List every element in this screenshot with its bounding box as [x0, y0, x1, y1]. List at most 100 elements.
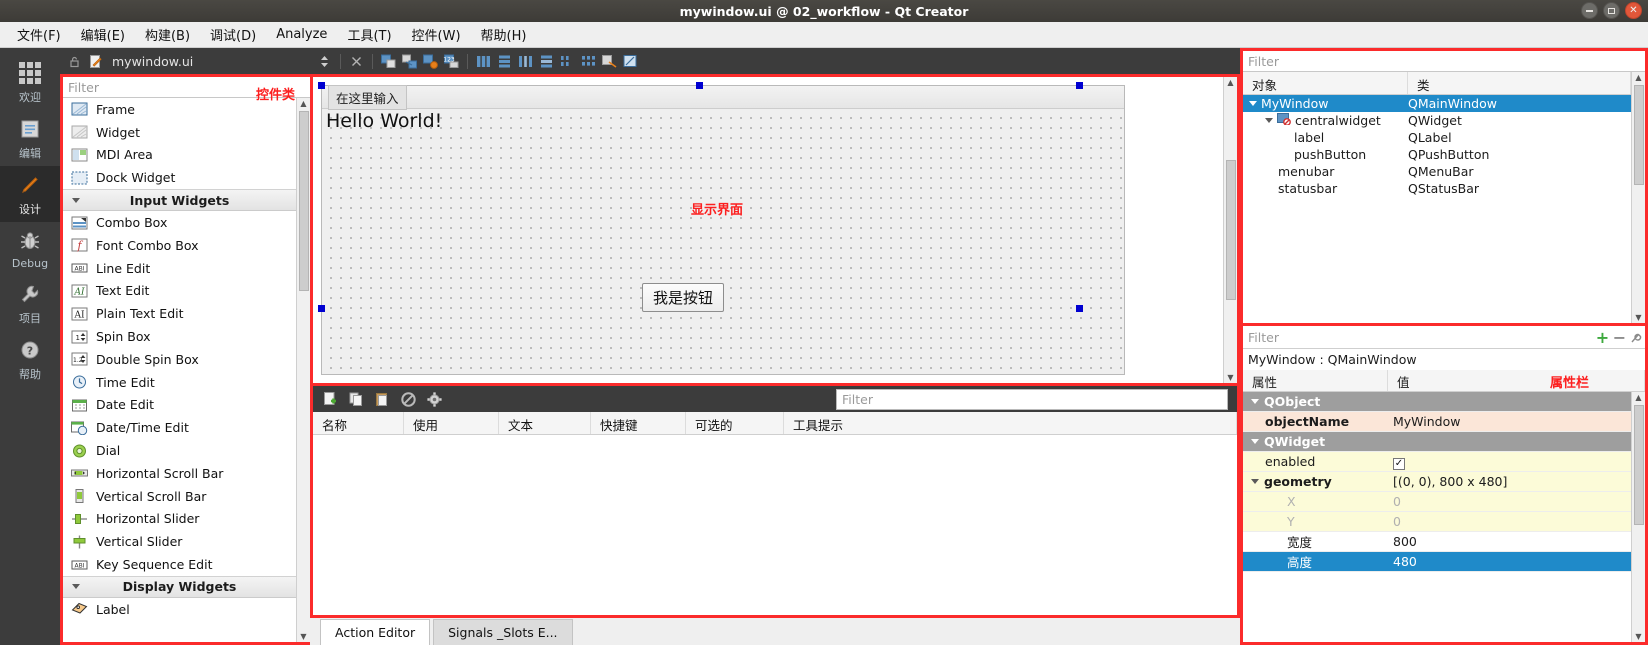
property-row-y[interactable]: Y0: [1243, 512, 1631, 532]
property-editor-filter[interactable]: Filter: [1243, 326, 1594, 348]
form-menubar[interactable]: 在这里输入: [322, 84, 1124, 110]
scroll-down-icon[interactable]: ▼: [1635, 312, 1641, 323]
column-header-tooltip[interactable]: 工具提示: [784, 412, 1237, 434]
widget-item-combo-box[interactable]: Combo Box: [63, 211, 296, 234]
widget-item-text-edit[interactable]: AI Text Edit: [63, 280, 296, 303]
property-value[interactable]: ✓: [1388, 454, 1631, 470]
object-row-statusbar[interactable]: statusbar QStatusBar: [1243, 180, 1631, 197]
break-layout-icon[interactable]: [601, 53, 618, 70]
mode-projects[interactable]: 项目: [0, 275, 60, 331]
column-header-shortcut[interactable]: 快捷键: [591, 412, 686, 434]
column-header-property[interactable]: 属性: [1243, 370, 1388, 391]
menu-file[interactable]: 文件(F): [8, 22, 70, 47]
widget-item-vertical-slider[interactable]: Vertical Slider: [63, 530, 296, 553]
property-value[interactable]: [(0, 0), 800 x 480]: [1388, 474, 1631, 489]
object-row-mywindow[interactable]: MyWindow QMainWindow: [1243, 95, 1631, 112]
configure-icon[interactable]: [1628, 329, 1645, 346]
selection-handle-top-left[interactable]: [318, 82, 325, 89]
widget-item-line-edit[interactable]: ABI Line Edit: [63, 257, 296, 280]
widget-item-font-combo-box[interactable]: f Font Combo Box: [63, 234, 296, 257]
edit-tab-order-icon[interactable]: 123: [443, 53, 460, 70]
property-row-geometry[interactable]: geometry [(0, 0), 800 x 480]: [1243, 472, 1631, 492]
property-value[interactable]: 0: [1388, 514, 1631, 529]
scroll-up-icon[interactable]: ▲: [300, 98, 306, 109]
menu-tools[interactable]: 工具(T): [338, 22, 400, 47]
menu-widgets[interactable]: 控件(W): [403, 22, 470, 47]
lock-icon[interactable]: [66, 53, 83, 70]
property-value[interactable]: 0: [1388, 494, 1631, 509]
edit-signals-slots-icon[interactable]: [401, 53, 418, 70]
column-header-name[interactable]: 名称: [313, 412, 404, 434]
form-menubar-placeholder[interactable]: 在这里输入: [328, 84, 407, 110]
selection-handle-bottom-left[interactable]: [318, 305, 325, 312]
form-canvas[interactable]: 在这里输入 Hello World! 我是按钮 显示界面: [313, 77, 1223, 383]
widget-item-mdi-area[interactable]: MDI Area: [63, 144, 296, 167]
widget-item-double-spin-box[interactable]: 1.2 Double Spin Box: [63, 348, 296, 371]
layout-vertical-icon[interactable]: [496, 53, 513, 70]
tab-action-editor[interactable]: Action Editor: [320, 619, 431, 645]
property-rows[interactable]: QObject objectName MyWindow QWidget enabled ✓…: [1243, 392, 1631, 642]
form-label[interactable]: Hello World!: [326, 110, 442, 132]
chevron-down-icon[interactable]: [1251, 439, 1259, 444]
column-header-checkable[interactable]: 可选的: [686, 412, 784, 434]
scroll-down-icon[interactable]: ▼: [300, 631, 306, 642]
edit-buddies-icon[interactable]: [422, 53, 439, 70]
layout-grid-icon[interactable]: [580, 53, 597, 70]
property-row-qobject[interactable]: QObject: [1243, 392, 1631, 412]
column-header-value[interactable]: 值: [1388, 370, 1645, 391]
object-row-label[interactable]: label QLabel: [1243, 129, 1631, 146]
object-tree[interactable]: MyWindow QMainWindow centralwidget QWidget l…: [1243, 95, 1631, 323]
widget-item-label[interactable]: Label: [63, 598, 296, 621]
widget-item-horizontal-slider[interactable]: Horizontal Slider: [63, 508, 296, 531]
widget-item-date-edit[interactable]: Date Edit: [63, 394, 296, 417]
selection-handle-top-right[interactable]: [1076, 82, 1083, 89]
new-action-icon[interactable]: [322, 391, 339, 408]
form-scrollbar[interactable]: ▲ ▼: [1223, 77, 1237, 383]
remove-property-icon[interactable]: −: [1611, 328, 1628, 347]
property-value[interactable]: 480: [1388, 554, 1631, 569]
widget-box-scrollbar[interactable]: ▲ ▼: [296, 98, 310, 642]
scrollbar-thumb[interactable]: [1225, 160, 1236, 300]
scroll-up-icon[interactable]: ▲: [1635, 392, 1641, 403]
selection-handle-bottom-right[interactable]: [1076, 305, 1083, 312]
chevron-down-icon[interactable]: [1251, 399, 1259, 404]
scroll-up-icon[interactable]: ▲: [1635, 72, 1641, 83]
property-row-宽度[interactable]: 宽度 800: [1243, 532, 1631, 552]
widget-category-display-widgets[interactable]: Display Widgets: [63, 575, 296, 598]
widget-item-horizontal-scroll-bar[interactable]: Horizontal Scroll Bar: [63, 462, 296, 485]
property-value[interactable]: 800: [1388, 534, 1631, 549]
layout-form-icon[interactable]: [559, 53, 576, 70]
action-editor-filter[interactable]: Filter: [836, 388, 1228, 410]
scrollbar-thumb[interactable]: [298, 111, 309, 291]
scroll-up-icon[interactable]: ▲: [1227, 77, 1233, 88]
property-value[interactable]: MyWindow: [1388, 414, 1631, 429]
form-push-button[interactable]: 我是按钮: [642, 283, 725, 312]
chevron-down-icon[interactable]: [1251, 479, 1259, 484]
widget-item-vertical-scroll-bar[interactable]: Vertical Scroll Bar: [63, 485, 296, 508]
widget-item-date-time-edit[interactable]: Date/Time Edit: [63, 416, 296, 439]
enabled-checkbox[interactable]: ✓: [1393, 457, 1405, 470]
object-inspector-filter[interactable]: Filter: [1243, 51, 1645, 72]
layout-splitter-horizontal-icon[interactable]: [517, 53, 534, 70]
mode-edit[interactable]: 编辑: [0, 110, 60, 166]
widget-item-key-sequence-edit[interactable]: ABI Key Sequence Edit: [63, 553, 296, 576]
scrollbar-thumb[interactable]: [1633, 85, 1644, 185]
adjust-size-icon[interactable]: [622, 53, 639, 70]
widget-category-input-widgets[interactable]: Input Widgets: [63, 189, 296, 212]
form-editor[interactable]: 在这里输入 Hello World! 我是按钮 显示界面 ▲ ▼: [310, 74, 1240, 386]
menu-edit[interactable]: 编辑(E): [72, 22, 134, 47]
column-header-used[interactable]: 使用: [404, 412, 499, 434]
document-name[interactable]: mywindow.ui: [112, 54, 193, 69]
close-icon[interactable]: ✕: [1625, 2, 1642, 19]
property-row-x[interactable]: X0: [1243, 492, 1631, 512]
copy-icon[interactable]: [348, 391, 365, 408]
document-stepper-icon[interactable]: [316, 53, 333, 70]
property-row-高度[interactable]: 高度 480: [1243, 552, 1631, 572]
selection-handle-top-center[interactable]: [696, 82, 703, 89]
chevron-down-icon[interactable]: [1249, 101, 1257, 106]
property-row-enabled[interactable]: enabled ✓: [1243, 452, 1631, 472]
mode-help[interactable]: ? 帮助: [0, 331, 60, 387]
widget-item-spin-box[interactable]: 1 Spin Box: [63, 325, 296, 348]
paste-icon[interactable]: [374, 391, 391, 408]
widget-list[interactable]: Frame Widget MDI Area Dock Widget Input Widg…: [63, 98, 296, 642]
